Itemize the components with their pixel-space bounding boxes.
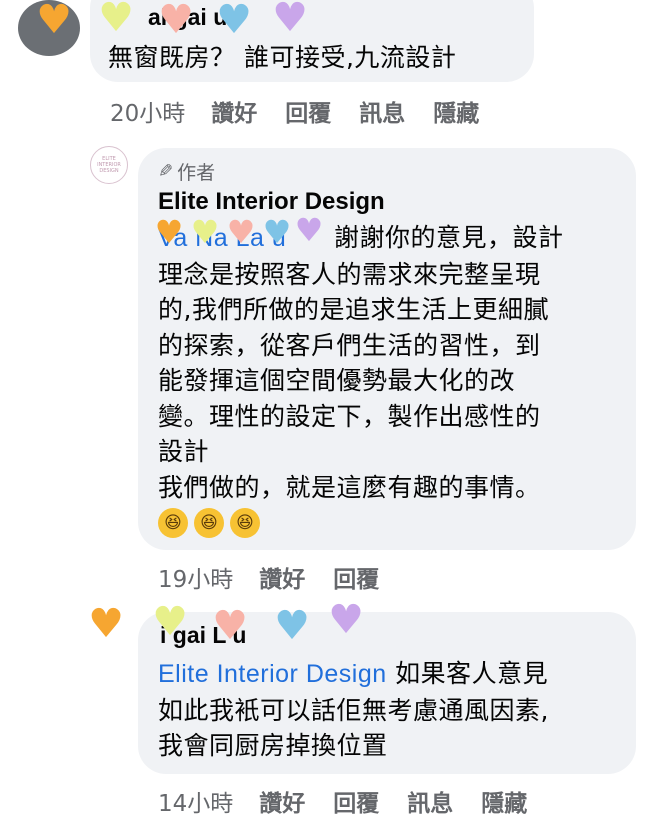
- heart-sticker-icon: ♥: [212, 603, 248, 649]
- heart-sticker-icon: ♥: [190, 213, 220, 251]
- message-button[interactable]: 訊息: [359, 94, 405, 128]
- heart-sticker-icon: ♥: [262, 213, 292, 251]
- laughing-emoji-icon: 😆: [230, 508, 260, 538]
- comment-thread: ai gai u ♥ ♥ ♥ ♥ ♥ 無窗既房？ 誰可接受,九流設計 20小時 …: [0, 0, 666, 834]
- mention-link[interactable]: Elite Interior Design: [158, 660, 387, 688]
- like-button[interactable]: 讚好: [259, 560, 305, 594]
- reply-author-name[interactable]: Elite Interior Design: [158, 188, 385, 216]
- reply-line: 如果客人意見: [395, 659, 549, 688]
- heart-sticker-icon: ♥: [98, 0, 134, 41]
- reply-time[interactable]: 19小時: [158, 560, 233, 594]
- reply-line: 能發揮這個空間優勢最大化的改: [158, 366, 516, 395]
- heart-sticker-icon: ♥: [274, 603, 310, 649]
- heart-sticker-icon: ♥: [158, 0, 194, 43]
- comment-time[interactable]: 20小時: [110, 94, 185, 128]
- reply-line: 我會同厨房掉換位置: [158, 731, 388, 760]
- like-button[interactable]: 讚好: [259, 784, 305, 818]
- laughing-emoji-icon: 😆: [158, 508, 188, 538]
- comment-text: 無窗既房？ 誰可接受,九流設計: [108, 43, 457, 72]
- reply-line: 變。理性的設定下，製作出感性的: [158, 401, 541, 431]
- reply-line: 理念是按照客人的需求來完整呈現: [158, 259, 541, 289]
- heart-sticker-icon: ♥: [88, 601, 124, 647]
- author-avatar[interactable]: ELITE INTERIOR DESIGN: [90, 146, 128, 184]
- laughing-emoji-icon: 😆: [194, 508, 224, 538]
- comment-actions: 20小時 讚好 回覆 訊息 隱藏: [110, 94, 507, 128]
- reply-button[interactable]: 回覆: [333, 784, 379, 818]
- like-button[interactable]: 讚好: [211, 94, 257, 128]
- heart-sticker-icon: ♥: [154, 213, 184, 251]
- heart-sticker-icon: ♥: [216, 0, 252, 43]
- reply-line: 如此我衹可以話佢無考慮通風因素,: [158, 695, 549, 725]
- reply-actions: 14小時 讚好 回覆 訊息 隱藏: [158, 784, 555, 818]
- author-badge: ✎ 作者: [158, 158, 215, 185]
- heart-sticker-icon: ♥: [36, 0, 72, 43]
- author-badge-label: 作者: [177, 162, 216, 184]
- reply-text: Va Na La u 謝謝你的意見，設計 理念是按照客人的需求來完整呈現 的,我…: [158, 220, 628, 505]
- heart-sticker-icon: ♥: [152, 599, 188, 645]
- pen-icon: ✎: [158, 161, 174, 182]
- hide-button[interactable]: 隱藏: [481, 784, 527, 818]
- message-button[interactable]: 訊息: [407, 784, 453, 818]
- avatar-logo-text: ELITE INTERIOR DESIGN: [97, 156, 121, 174]
- reply-line: 設計: [158, 437, 210, 466]
- reply-time[interactable]: 14小時: [158, 784, 233, 818]
- heart-sticker-icon: ♥: [272, 0, 308, 41]
- reply-button[interactable]: 回覆: [333, 560, 379, 594]
- hide-button[interactable]: 隱藏: [433, 94, 479, 128]
- reply-text: Elite Interior Design 如果客人意見 如此我衹可以話佢無考慮…: [158, 656, 628, 764]
- reply-line: 的探索，從客戶們生活的習性，到: [158, 330, 541, 360]
- heart-sticker-icon: ♥: [226, 213, 256, 251]
- emoji-row: 😆 😆 😆: [158, 508, 260, 538]
- reply-line: 我們做的，就是這麼有趣的事情。: [158, 472, 541, 502]
- reply-line: 的,我們所做的是追求生活上更細膩: [158, 295, 549, 324]
- reply-actions: 19小時 讚好 回覆: [158, 560, 407, 594]
- heart-sticker-icon: ♥: [328, 597, 364, 643]
- heart-sticker-icon: ♥: [294, 211, 324, 249]
- reply-line: 謝謝你的意見，設計: [334, 223, 564, 252]
- reply-button[interactable]: 回覆: [285, 94, 331, 128]
